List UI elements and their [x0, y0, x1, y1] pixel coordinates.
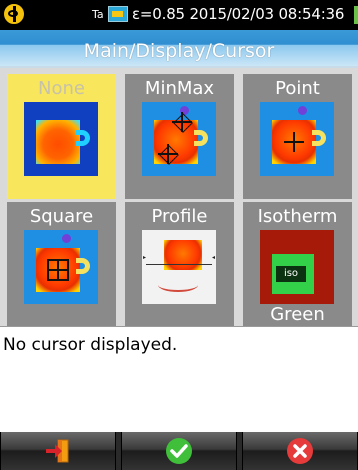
- cursor-option-square[interactable]: Square: [7, 202, 116, 327]
- status-bar: Ta ε=0.85 2015/02/03 08:54:36: [0, 0, 358, 30]
- cursor-option-label: MinMax: [144, 78, 215, 99]
- cursor-option-label: Isotherm: [257, 206, 338, 227]
- iso-tag: iso: [276, 266, 306, 282]
- thermal-cup-minmax-icon: [142, 102, 216, 176]
- thermal-cup-point-icon: [260, 102, 334, 176]
- description-panel: No cursor displayed.: [0, 326, 358, 432]
- cursor-option-none[interactable]: None: [7, 74, 116, 199]
- thermal-cup-profile-icon: ▸ ◂: [142, 230, 216, 304]
- cursor-option-label: Point: [275, 78, 320, 99]
- page-title: Main/Display/Cursor: [83, 40, 275, 62]
- cursor-option-point[interactable]: Point: [243, 74, 352, 199]
- emissivity-datetime: ε=0.85 2015/02/03 08:54:36: [132, 5, 345, 23]
- flir-logo-icon: [2, 2, 26, 26]
- ambient-temp-label: Ta: [92, 8, 104, 21]
- thermal-cup-isotherm-icon: iso: [260, 230, 334, 304]
- cursor-option-isotherm[interactable]: Isotherm iso Green: [243, 202, 352, 327]
- ambient-temp-icon: [108, 6, 128, 22]
- cursor-option-profile[interactable]: Profile ▸ ◂: [125, 202, 234, 327]
- title-bar: Main/Display/Cursor: [0, 30, 358, 68]
- exit-icon: [46, 439, 69, 463]
- battery-icon: [354, 6, 358, 24]
- cursor-option-label: Square: [29, 206, 94, 227]
- exit-button[interactable]: [0, 432, 116, 470]
- thermal-cup-square-icon: [24, 230, 98, 304]
- confirm-check-icon: [166, 438, 192, 464]
- thermal-cup-icon: [24, 102, 98, 176]
- footer-bar: [0, 432, 358, 470]
- confirm-button[interactable]: [121, 432, 237, 470]
- cursor-description: No cursor displayed.: [3, 335, 178, 355]
- cancel-x-icon: [287, 438, 313, 464]
- cancel-button[interactable]: [242, 432, 358, 470]
- isotherm-color-label: Green: [270, 304, 325, 325]
- cursor-option-label: Profile: [151, 206, 208, 227]
- cursor-option-label: None: [38, 78, 85, 99]
- cursor-option-minmax[interactable]: MinMax: [125, 74, 234, 199]
- cursor-option-grid: None MinMax Point Square Profile ▸ ◂ Iso…: [0, 68, 358, 327]
